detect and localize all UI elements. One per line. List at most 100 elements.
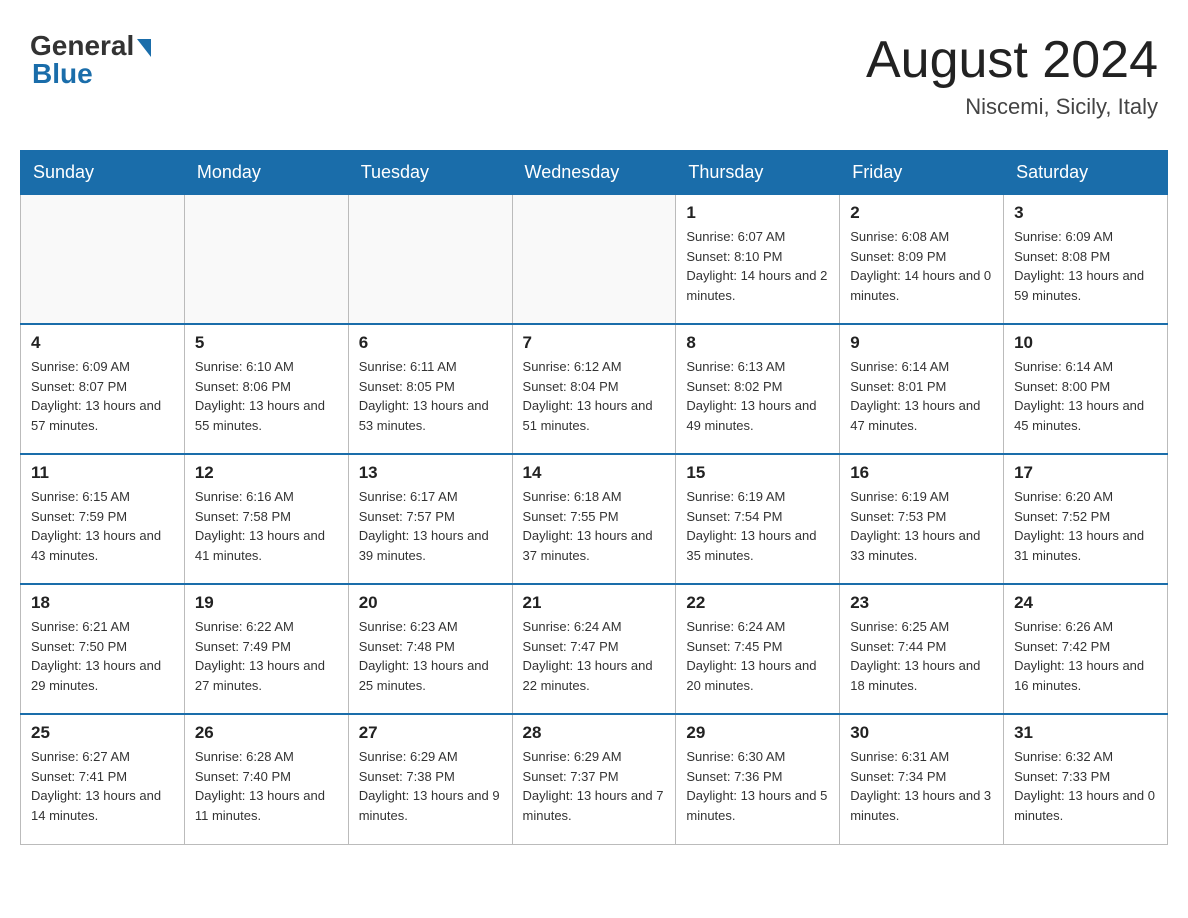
day-number: 2 [850,203,993,223]
calendar-cell: 11 Sunrise: 6:15 AMSunset: 7:59 PMDayligh… [21,454,185,584]
calendar-cell: 15 Sunrise: 6:19 AMSunset: 7:54 PMDayligh… [676,454,840,584]
calendar-header-thursday: Thursday [676,151,840,194]
calendar-cell [512,194,676,324]
calendar-cell: 23 Sunrise: 6:25 AMSunset: 7:44 PMDayligh… [840,584,1004,714]
calendar-cell: 5 Sunrise: 6:10 AMSunset: 8:06 PMDaylight… [184,324,348,454]
day-info: Sunrise: 6:28 AMSunset: 7:40 PMDaylight:… [195,747,338,825]
day-info: Sunrise: 6:10 AMSunset: 8:06 PMDaylight:… [195,357,338,435]
day-info: Sunrise: 6:17 AMSunset: 7:57 PMDaylight:… [359,487,502,565]
calendar-cell [184,194,348,324]
page-header: General Blue August 2024 Niscemi, Sicily… [20,20,1168,130]
calendar-cell: 3Sunrise: 6:09 AMSunset: 8:08 PMDaylight… [1004,194,1168,324]
calendar-cell: 16 Sunrise: 6:19 AMSunset: 7:53 PMDayligh… [840,454,1004,584]
day-info: Sunrise: 6:27 AMSunset: 7:41 PMDaylight:… [31,747,174,825]
day-info: Sunrise: 6:20 AMSunset: 7:52 PMDaylight:… [1014,487,1157,565]
month-title: August 2024 [866,30,1158,90]
day-info: Sunrise: 6:15 AMSunset: 7:59 PMDaylight:… [31,487,174,565]
day-number: 13 [359,463,502,483]
day-info: Sunrise: 6:31 AMSunset: 7:34 PMDaylight:… [850,747,993,825]
day-number: 14 [523,463,666,483]
week-row-3: 11 Sunrise: 6:15 AMSunset: 7:59 PMDayligh… [21,454,1168,584]
location-text: Niscemi, Sicily, Italy [866,94,1158,120]
day-number: 18 [31,593,174,613]
calendar-cell: 12 Sunrise: 6:16 AMSunset: 7:58 PMDayligh… [184,454,348,584]
day-info: Sunrise: 6:12 AMSunset: 8:04 PMDaylight:… [523,357,666,435]
logo-arrow-icon [137,39,151,57]
day-number: 28 [523,723,666,743]
day-info: Sunrise: 6:14 AMSunset: 8:00 PMDaylight:… [1014,357,1157,435]
day-number: 19 [195,593,338,613]
day-number: 20 [359,593,502,613]
calendar-header-tuesday: Tuesday [348,151,512,194]
day-number: 16 [850,463,993,483]
calendar-cell: 10 Sunrise: 6:14 AMSunset: 8:00 PMDayligh… [1004,324,1168,454]
calendar-cell: 19Sunrise: 6:22 AMSunset: 7:49 PMDayligh… [184,584,348,714]
calendar-header-wednesday: Wednesday [512,151,676,194]
day-info: Sunrise: 6:23 AMSunset: 7:48 PMDaylight:… [359,617,502,695]
calendar-header-friday: Friday [840,151,1004,194]
day-number: 23 [850,593,993,613]
day-info: Sunrise: 6:24 AMSunset: 7:47 PMDaylight:… [523,617,666,695]
day-info: Sunrise: 6:11 AMSunset: 8:05 PMDaylight:… [359,357,502,435]
calendar-cell: 22 Sunrise: 6:24 AMSunset: 7:45 PMDayligh… [676,584,840,714]
calendar-cell: 18 Sunrise: 6:21 AMSunset: 7:50 PMDayligh… [21,584,185,714]
week-row-4: 18 Sunrise: 6:21 AMSunset: 7:50 PMDayligh… [21,584,1168,714]
day-number: 31 [1014,723,1157,743]
day-info: Sunrise: 6:16 AMSunset: 7:58 PMDaylight:… [195,487,338,565]
calendar-cell: 14 Sunrise: 6:18 AMSunset: 7:55 PMDayligh… [512,454,676,584]
calendar-cell: 26Sunrise: 6:28 AMSunset: 7:40 PMDayligh… [184,714,348,844]
day-info: Sunrise: 6:25 AMSunset: 7:44 PMDaylight:… [850,617,993,695]
calendar-cell [21,194,185,324]
day-info: Sunrise: 6:21 AMSunset: 7:50 PMDaylight:… [31,617,174,695]
logo: General Blue [30,30,151,90]
day-info: Sunrise: 6:07 AMSunset: 8:10 PMDaylight:… [686,227,829,305]
week-row-2: 4Sunrise: 6:09 AMSunset: 8:07 PMDaylight… [21,324,1168,454]
calendar-cell: 8 Sunrise: 6:13 AMSunset: 8:02 PMDaylight… [676,324,840,454]
calendar-cell: 31 Sunrise: 6:32 AMSunset: 7:33 PMDayligh… [1004,714,1168,844]
day-number: 1 [686,203,829,223]
calendar-cell: 29Sunrise: 6:30 AMSunset: 7:36 PMDayligh… [676,714,840,844]
day-info: Sunrise: 6:09 AMSunset: 8:07 PMDaylight:… [31,357,174,435]
day-info: Sunrise: 6:19 AMSunset: 7:54 PMDaylight:… [686,487,829,565]
day-info: Sunrise: 6:30 AMSunset: 7:36 PMDaylight:… [686,747,829,825]
day-number: 6 [359,333,502,353]
calendar-cell: 20 Sunrise: 6:23 AMSunset: 7:48 PMDayligh… [348,584,512,714]
title-section: August 2024 Niscemi, Sicily, Italy [866,30,1158,120]
calendar-cell: 7 Sunrise: 6:12 AMSunset: 8:04 PMDaylight… [512,324,676,454]
day-number: 3 [1014,203,1157,223]
day-info: Sunrise: 6:24 AMSunset: 7:45 PMDaylight:… [686,617,829,695]
day-info: Sunrise: 6:19 AMSunset: 7:53 PMDaylight:… [850,487,993,565]
day-number: 27 [359,723,502,743]
calendar-header-row: SundayMondayTuesdayWednesdayThursdayFrid… [21,151,1168,194]
day-number: 22 [686,593,829,613]
calendar-cell: 1 Sunrise: 6:07 AMSunset: 8:10 PMDaylight… [676,194,840,324]
day-info: Sunrise: 6:29 AMSunset: 7:37 PMDaylight:… [523,747,666,825]
calendar-cell: 9 Sunrise: 6:14 AMSunset: 8:01 PMDaylight… [840,324,1004,454]
day-number: 15 [686,463,829,483]
day-info: Sunrise: 6:32 AMSunset: 7:33 PMDaylight:… [1014,747,1157,825]
day-number: 8 [686,333,829,353]
calendar-header-sunday: Sunday [21,151,185,194]
day-info: Sunrise: 6:14 AMSunset: 8:01 PMDaylight:… [850,357,993,435]
calendar-header-saturday: Saturday [1004,151,1168,194]
day-number: 9 [850,333,993,353]
day-info: Sunrise: 6:26 AMSunset: 7:42 PMDaylight:… [1014,617,1157,695]
day-number: 7 [523,333,666,353]
calendar-cell [348,194,512,324]
calendar-header-monday: Monday [184,151,348,194]
day-number: 21 [523,593,666,613]
week-row-1: 1 Sunrise: 6:07 AMSunset: 8:10 PMDaylight… [21,194,1168,324]
logo-blue-text: Blue [32,58,93,90]
day-info: Sunrise: 6:13 AMSunset: 8:02 PMDaylight:… [686,357,829,435]
day-number: 11 [31,463,174,483]
day-info: Sunrise: 6:18 AMSunset: 7:55 PMDaylight:… [523,487,666,565]
day-number: 10 [1014,333,1157,353]
calendar-cell: 6 Sunrise: 6:11 AMSunset: 8:05 PMDaylight… [348,324,512,454]
calendar-cell: 28 Sunrise: 6:29 AMSunset: 7:37 PMDayligh… [512,714,676,844]
day-number: 5 [195,333,338,353]
calendar-table: SundayMondayTuesdayWednesdayThursdayFrid… [20,150,1168,845]
calendar-cell: 27Sunrise: 6:29 AMSunset: 7:38 PMDayligh… [348,714,512,844]
calendar-cell: 17Sunrise: 6:20 AMSunset: 7:52 PMDayligh… [1004,454,1168,584]
day-number: 12 [195,463,338,483]
calendar-cell: 2Sunrise: 6:08 AMSunset: 8:09 PMDaylight… [840,194,1004,324]
